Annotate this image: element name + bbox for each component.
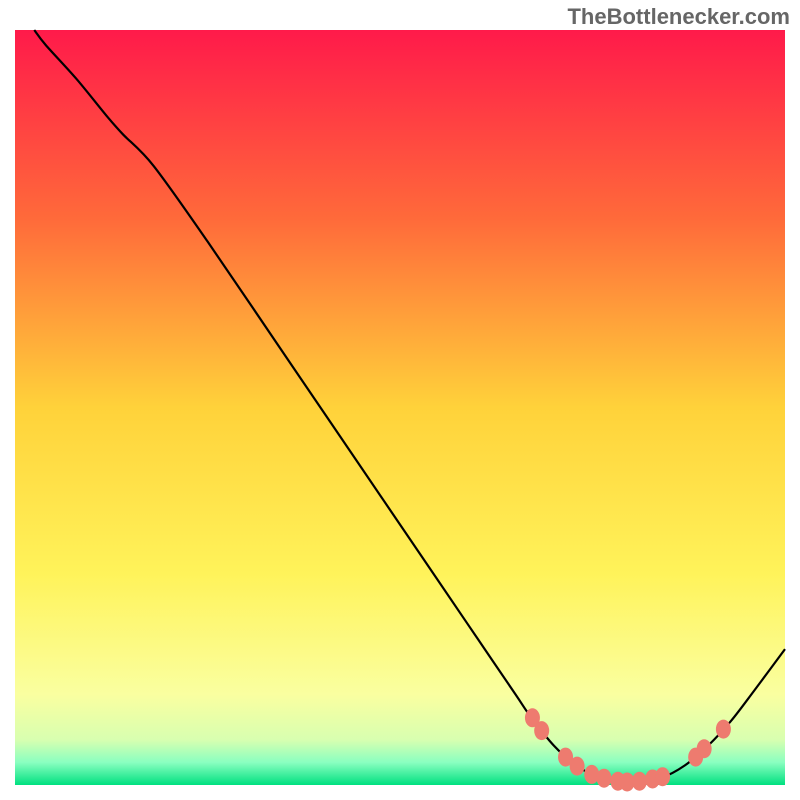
data-marker — [655, 767, 670, 786]
chart-svg — [0, 0, 800, 800]
data-marker — [534, 721, 549, 740]
chart-container: TheBottlenecker.com — [0, 0, 800, 800]
data-marker — [570, 757, 585, 776]
data-marker — [716, 720, 731, 739]
gradient-background — [15, 30, 785, 785]
watermark-text: TheBottlenecker.com — [567, 4, 790, 30]
data-marker — [697, 739, 712, 758]
data-marker — [597, 769, 612, 788]
data-marker — [632, 772, 647, 791]
